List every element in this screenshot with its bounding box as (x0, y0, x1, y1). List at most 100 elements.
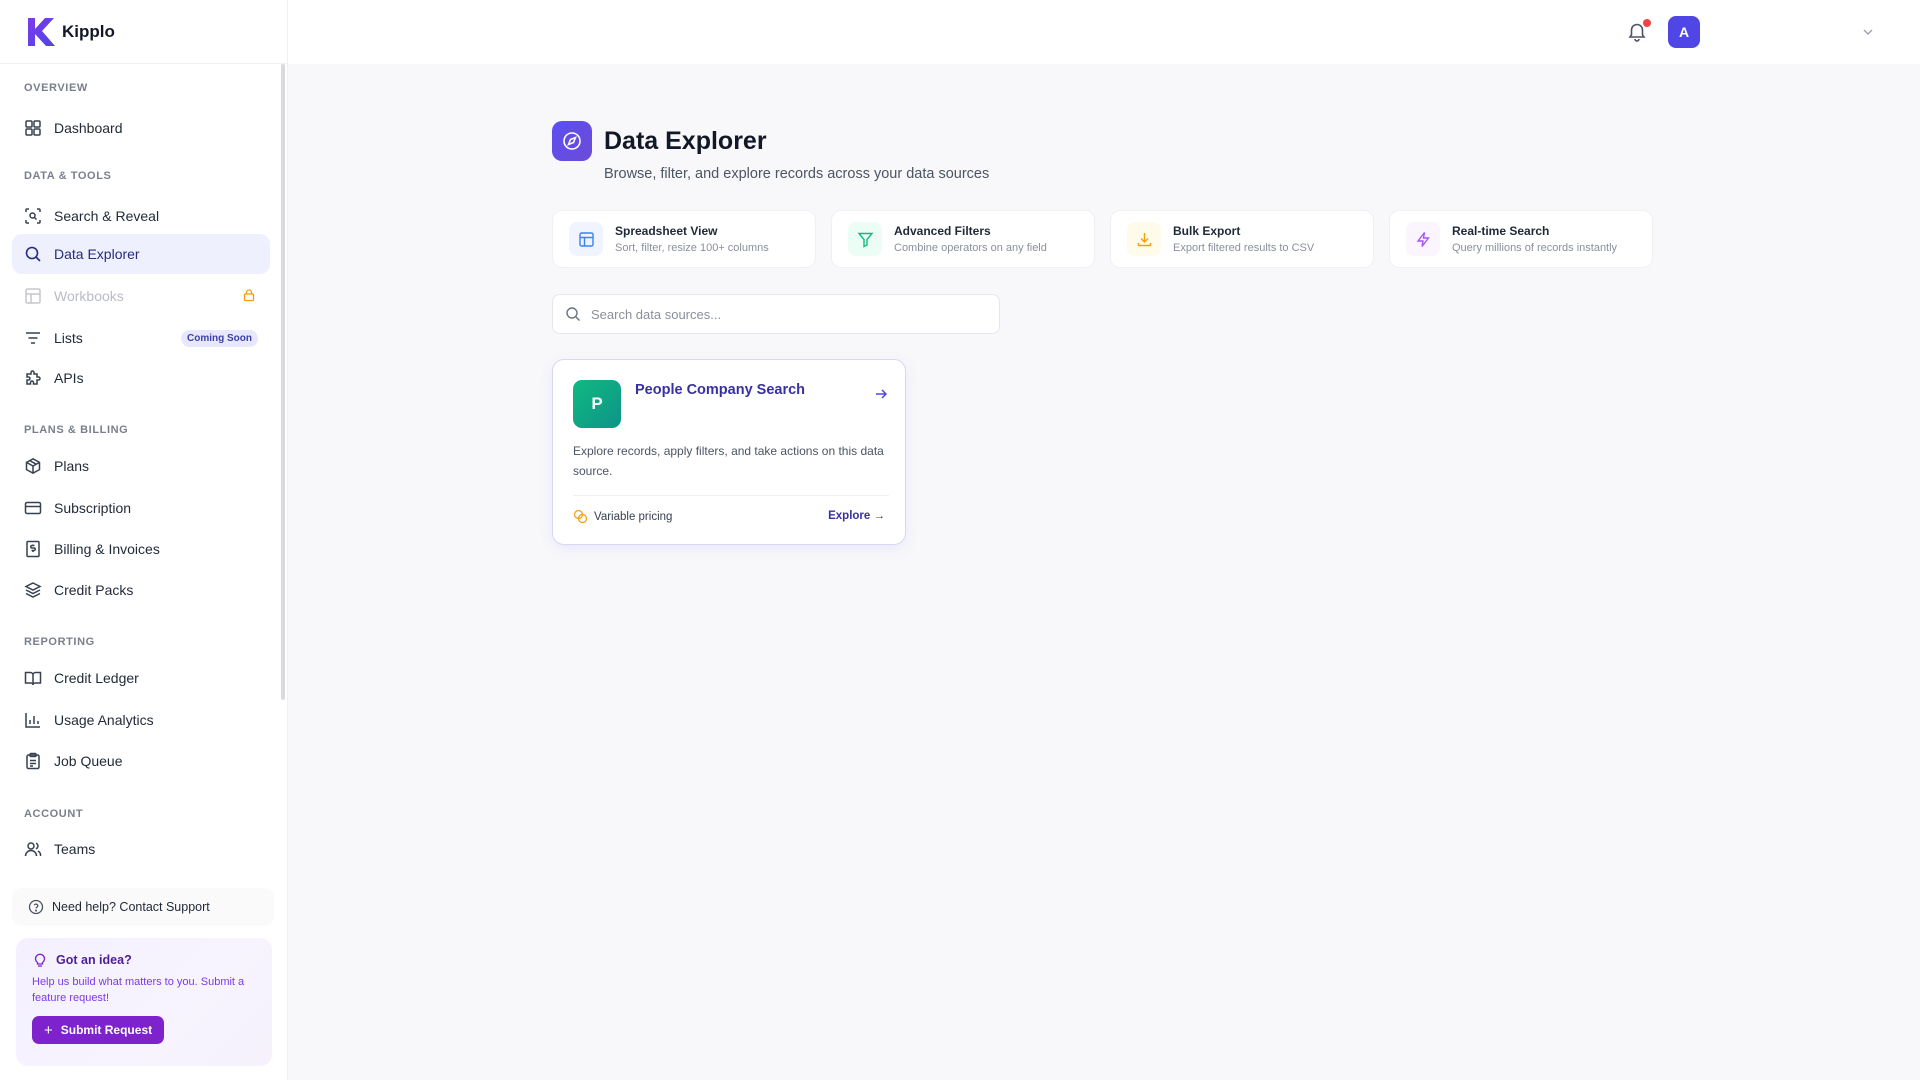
scan-search-icon (24, 207, 42, 225)
arrow-right-icon[interactable] (873, 386, 889, 402)
sidebar-item-dashboard[interactable]: Dashboard (12, 108, 270, 148)
feature-desc: Export filtered results to CSV (1173, 242, 1315, 254)
feature-realtime-search: Real-time Search Query millions of record… (1389, 210, 1653, 268)
sidebar-item-credit-packs[interactable]: Credit Packs (12, 570, 270, 610)
feature-bulk-export: Bulk Export Export filtered results to CS… (1110, 210, 1374, 268)
feature-title: Spreadsheet View (615, 224, 718, 238)
package-icon (24, 457, 42, 475)
sidebar-item-usage-analytics[interactable]: Usage Analytics (12, 700, 270, 740)
sidebar: Kipplo OVERVIEW Dashboard DATA & TOOLS S… (0, 0, 288, 1080)
section-title-reporting: REPORTING (24, 636, 95, 648)
sidebar-item-label: Credit Packs (54, 582, 134, 598)
sidebar-item-label: Billing & Invoices (54, 541, 160, 557)
data-source-card[interactable]: P People Company Search Explore records,… (552, 359, 906, 545)
notification-dot (1643, 19, 1651, 27)
invoice-icon (24, 540, 42, 558)
bar-chart-icon (24, 711, 42, 729)
pricing-label: Variable pricing (594, 510, 673, 523)
source-title[interactable]: People Company Search (635, 382, 805, 398)
sidebar-item-label: APIs (54, 370, 84, 386)
sidebar-item-workbooks[interactable]: Workbooks (12, 276, 270, 316)
feature-desc: Query millions of records instantly (1452, 242, 1618, 254)
puzzle-icon (24, 369, 42, 387)
section-title-data-tools: DATA & TOOLS (24, 170, 112, 182)
idea-description: Help us build what matters to you. Submi… (32, 976, 245, 1004)
filter-icon (848, 222, 882, 256)
search-icon (566, 307, 580, 321)
compass-icon (552, 121, 592, 161)
sidebar-item-label: Usage Analytics (54, 712, 154, 728)
sidebar-item-data-explorer[interactable]: Data Explorer (12, 234, 270, 274)
search-input[interactable] (591, 306, 991, 322)
section-title-account: ACCOUNT (24, 808, 84, 820)
feature-title: Bulk Export (1173, 224, 1241, 238)
avatar[interactable]: A (1668, 16, 1700, 48)
sidebar-item-label: Search & Reveal (54, 208, 160, 224)
plus-icon: + (44, 1021, 53, 1039)
sidebar-item-label: Teams (54, 841, 96, 857)
lock-icon (243, 289, 255, 302)
sidebar-scrollbar[interactable] (281, 64, 285, 700)
book-open-icon (24, 669, 42, 687)
lines-icon (24, 329, 42, 347)
sidebar-item-search-reveal[interactable]: Search & Reveal (12, 196, 270, 236)
submit-request-button[interactable]: + Submit Request (32, 1016, 165, 1044)
lightbulb-icon (34, 953, 46, 967)
credit-card-icon (24, 499, 42, 517)
contact-support-link[interactable]: Need help? Contact Support (12, 888, 274, 926)
sidebar-item-label: Job Queue (54, 753, 123, 769)
feature-request-card: Got an idea? Help us build what matters … (16, 938, 272, 1066)
feature-desc: Combine operators on any field (894, 242, 1047, 254)
table-icon (569, 222, 603, 256)
sidebar-item-label: Workbooks (54, 288, 124, 304)
coins-icon (573, 509, 588, 524)
source-avatar: P (573, 380, 621, 428)
help-circle-icon (28, 899, 44, 915)
section-title-plans-billing: PLANS & BILLING (24, 424, 129, 436)
sidebar-item-job-queue[interactable]: Job Queue (12, 741, 270, 781)
search-icon (24, 245, 42, 263)
feature-title: Advanced Filters (894, 224, 991, 238)
source-description: Explore records, apply filters, and take… (573, 444, 884, 478)
coming-soon-badge: Coming Soon (181, 330, 258, 347)
sidebar-item-lists[interactable]: Lists Coming Soon (12, 318, 270, 358)
feature-spreadsheet-view: Spreadsheet View Sort, filter, resize 100… (552, 210, 816, 268)
sidebar-item-subscription[interactable]: Subscription (12, 488, 270, 528)
download-icon (1127, 222, 1161, 256)
feature-title: Real-time Search (1452, 224, 1550, 238)
idea-title: Got an idea? (32, 952, 256, 968)
clipboard-list-icon (24, 752, 42, 770)
users-icon (24, 840, 42, 858)
sidebar-item-apis[interactable]: APIs (12, 358, 270, 398)
idea-title-text: Got an idea? (56, 953, 132, 967)
submit-request-label: Submit Request (60, 1023, 153, 1037)
sidebar-item-label: Plans (54, 458, 90, 474)
chevron-down-icon[interactable] (1860, 24, 1876, 40)
source-pricing: Variable pricing (573, 509, 672, 524)
grid-icon (24, 119, 42, 137)
sidebar-item-credit-ledger[interactable]: Credit Ledger (12, 658, 270, 698)
sidebar-item-label: Data Explorer (54, 246, 140, 262)
contact-support-label: Need help? Contact Support (52, 900, 210, 914)
sheet-icon (24, 287, 42, 305)
sidebar-item-teams[interactable]: Teams (12, 829, 270, 869)
sidebar-nav: OVERVIEW Dashboard DATA & TOOLS Search &… (0, 64, 288, 872)
search-bar (552, 294, 1000, 334)
sidebar-item-plans[interactable]: Plans (12, 446, 270, 486)
sidebar-item-label: Subscription (54, 500, 132, 516)
sidebar-item-label: Dashboard (54, 120, 123, 136)
section-title-overview: OVERVIEW (24, 82, 88, 94)
page-subtitle: Browse, filter, and explore records acro… (604, 166, 990, 182)
divider (573, 495, 889, 496)
bolt-icon (1406, 222, 1440, 256)
feature-advanced-filters: Advanced Filters Combine operators on any… (831, 210, 1095, 268)
sidebar-item-label: Lists (54, 330, 83, 346)
sidebar-item-label: Credit Ledger (54, 670, 139, 686)
sidebar-item-billing[interactable]: Billing & Invoices (12, 529, 270, 569)
kipplo-logo-icon (28, 17, 55, 46)
brand-name: Kipplo (62, 21, 115, 41)
brand[interactable]: Kipplo (0, 0, 287, 64)
page-title: Data Explorer (604, 127, 767, 155)
layers-icon (24, 581, 42, 599)
explore-link[interactable]: Explore → (828, 510, 885, 522)
